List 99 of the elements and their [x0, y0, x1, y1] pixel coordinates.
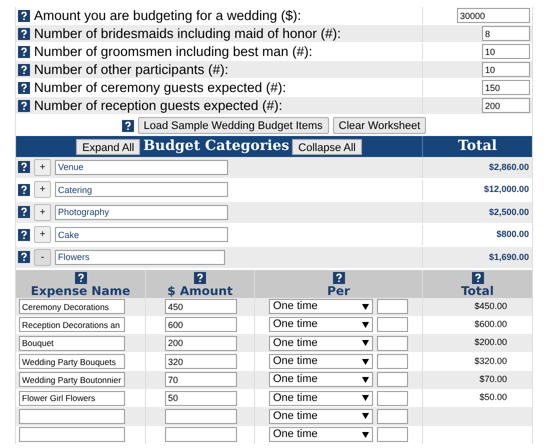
caret-icon [362, 432, 369, 438]
per-select[interactable]: One time [269, 299, 373, 314]
expense-name-field[interactable] [19, 408, 125, 424]
quantity-field[interactable] [377, 408, 408, 424]
expand-button[interactable]: + [34, 226, 51, 244]
help-icon[interactable] [122, 120, 134, 132]
field-label: Amount you are budgeting for a wedding ($): [34, 8, 302, 22]
help-icon[interactable] [194, 272, 206, 284]
number-input[interactable]: 8 [482, 26, 530, 41]
quantity-field[interactable] [377, 390, 408, 406]
expense-total: $50.00 [479, 391, 507, 404]
quantity-field[interactable] [377, 354, 408, 370]
per-select[interactable]: One time [269, 372, 373, 388]
caret-icon [362, 358, 369, 365]
caret-icon [362, 395, 369, 402]
amount-field[interactable]: 70 [165, 372, 237, 388]
help-icon[interactable] [18, 100, 30, 112]
number-input[interactable]: 200 [482, 98, 530, 113]
per-select[interactable]: One time [269, 408, 373, 424]
action-button[interactable]: Load Sample Wedding Budget Items [138, 117, 329, 134]
expense-name-field[interactable]: Reception Decorations an [19, 317, 125, 332]
expense-total: $600.00 [474, 318, 507, 332]
caret-icon [362, 413, 369, 420]
expense-name-field[interactable]: Flower Girl Flowers [19, 390, 125, 406]
help-icon[interactable] [18, 10, 30, 22]
category-name-field[interactable]: Cake [55, 227, 228, 242]
amount-field[interactable] [165, 427, 237, 442]
help-icon[interactable] [18, 28, 30, 40]
amount-field[interactable]: 50 [165, 390, 237, 406]
help-icon[interactable] [332, 272, 344, 284]
expand-button[interactable]: + [34, 204, 51, 221]
per-select[interactable]: One time [269, 317, 373, 332]
expense-name-field[interactable]: Wedding Party Bouquets [19, 354, 125, 370]
expense-total: $320.00 [474, 354, 507, 368]
section-title: Budget Categories [143, 137, 290, 156]
field-label: Number of other participants (#): [34, 62, 228, 76]
column-header: Total [461, 284, 494, 298]
expense-name-field[interactable]: Wedding Party Boutonnier [19, 372, 125, 388]
action-button[interactable]: Clear Worksheet [332, 117, 426, 134]
expense-name-field[interactable] [19, 427, 125, 442]
amount-field[interactable]: 320 [165, 354, 237, 370]
quantity-field[interactable] [377, 299, 408, 314]
category-name-field[interactable]: Photography [55, 204, 228, 220]
field-label: Number of reception guests expected (#): [34, 98, 282, 112]
quantity-field[interactable] [377, 427, 408, 442]
help-icon[interactable] [18, 184, 30, 196]
field-label: Number of groomsmen including best man (#): [34, 44, 312, 58]
amount-field[interactable]: 450 [165, 299, 237, 314]
category-name-field[interactable]: Catering [55, 182, 228, 198]
help-icon[interactable] [18, 82, 30, 94]
per-select[interactable]: One time [269, 390, 373, 406]
column-header: Per [327, 284, 350, 298]
category-total: $2,500.00 [488, 206, 529, 218]
expense-total: $200.00 [474, 336, 507, 350]
amount-field[interactable] [165, 408, 237, 424]
column-header: Expense Name [30, 284, 130, 298]
amount-field[interactable]: 200 [165, 336, 237, 351]
help-icon[interactable] [18, 228, 30, 241]
quantity-field[interactable] [377, 372, 408, 388]
column-header: $ Amount [167, 284, 233, 298]
collapse-all-button[interactable]: Collapse All [292, 138, 362, 154]
help-icon[interactable] [18, 46, 30, 58]
expense-total: $70.00 [479, 373, 507, 386]
caret-icon [362, 304, 369, 310]
column-header: Total [458, 137, 497, 156]
expense-name-field[interactable]: Ceremony Decorations [19, 299, 125, 314]
quantity-field[interactable] [377, 336, 408, 351]
help-icon[interactable] [18, 64, 30, 76]
category-name-field[interactable]: Venue [55, 160, 228, 175]
expense-name-field[interactable]: Bouquet [19, 336, 125, 351]
per-select[interactable]: One time [269, 336, 373, 351]
quantity-field[interactable] [377, 317, 408, 332]
caret-icon [362, 376, 369, 383]
per-select[interactable]: One time [269, 427, 373, 442]
category-name-field[interactable]: Flowers [55, 250, 225, 265]
number-input[interactable]: 30000 [457, 8, 530, 23]
collapse-button[interactable]: - [34, 248, 51, 266]
number-input[interactable]: 10 [482, 44, 530, 59]
amount-field[interactable]: 600 [165, 317, 237, 332]
expand-button[interactable]: + [34, 158, 51, 176]
field-label: Number of bridesmaids including maid of honor (#): [34, 26, 341, 40]
help-icon[interactable] [18, 206, 30, 218]
caret-icon [362, 340, 369, 346]
help-icon[interactable] [472, 272, 484, 284]
help-icon[interactable] [74, 272, 86, 284]
field-label: Number of ceremony guests expected (#): [34, 80, 286, 94]
help-icon[interactable] [18, 251, 30, 264]
category-total: $12,000.00 [484, 183, 529, 196]
number-input[interactable]: 150 [482, 80, 530, 95]
category-total: $800.00 [496, 228, 529, 241]
category-total: $1,690.00 [488, 250, 529, 264]
help-icon[interactable] [18, 161, 30, 174]
per-select[interactable]: One time [269, 354, 373, 370]
number-input[interactable]: 10 [482, 62, 530, 77]
caret-icon [362, 322, 369, 328]
category-total: $2,860.00 [488, 160, 529, 174]
expand-button[interactable]: + [34, 181, 51, 198]
expense-total: $450.00 [474, 300, 507, 313]
expand-all-button[interactable]: Expand All [76, 138, 140, 154]
